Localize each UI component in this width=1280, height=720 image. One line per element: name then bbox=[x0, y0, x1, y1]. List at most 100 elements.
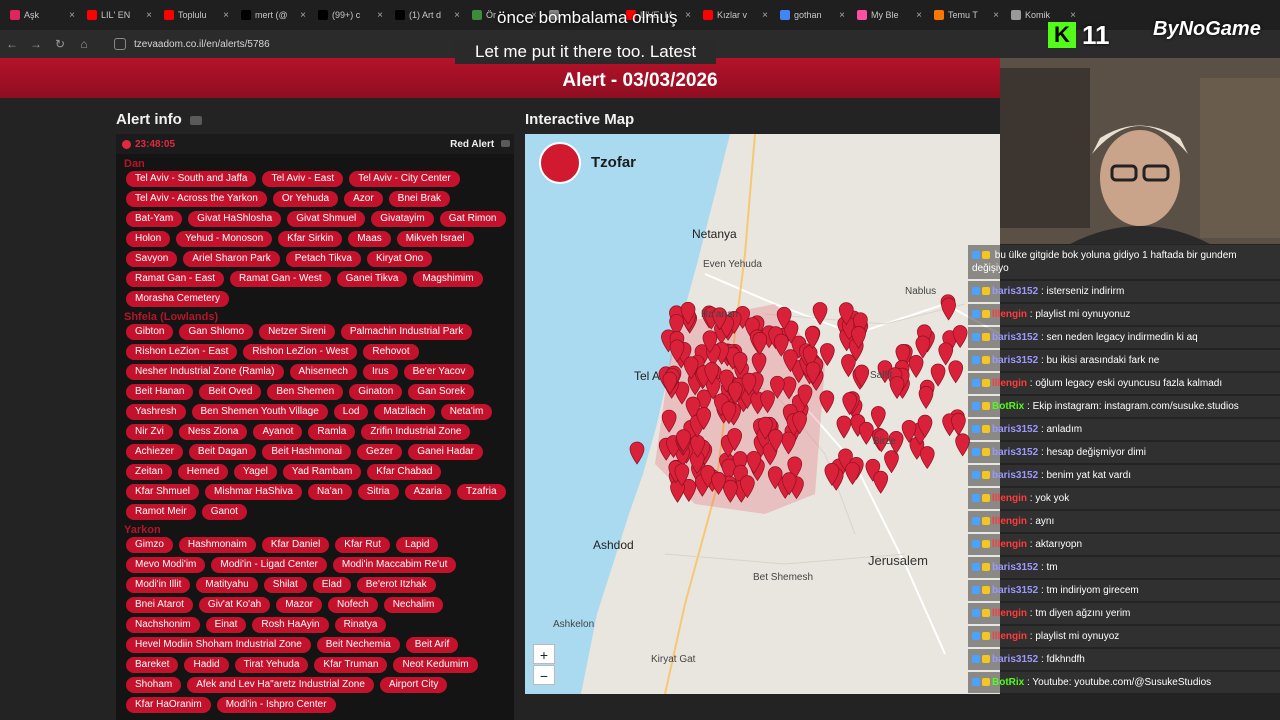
place-chip[interactable]: Ahisemech bbox=[289, 364, 357, 380]
alert-pin-icon[interactable] bbox=[884, 450, 899, 474]
place-chip[interactable]: Gibton bbox=[126, 324, 174, 340]
alert-pin-icon[interactable] bbox=[819, 390, 835, 414]
place-chip[interactable]: Modi'in Illit bbox=[126, 577, 191, 593]
place-chip[interactable]: Petach Tikva bbox=[285, 251, 361, 267]
alert-pin-icon[interactable] bbox=[629, 441, 645, 465]
reload-icon[interactable]: ↻ bbox=[48, 37, 72, 51]
place-chip[interactable]: Rehovot bbox=[363, 344, 419, 360]
tab-close-icon[interactable]: × bbox=[300, 10, 306, 21]
place-chip[interactable]: Beit Nechemia bbox=[316, 637, 400, 653]
place-chip[interactable]: Ben Shemen bbox=[267, 384, 344, 400]
place-chip[interactable]: Givat HaShlosha bbox=[188, 211, 282, 227]
place-chip[interactable]: Rosh HaAyin bbox=[252, 617, 329, 633]
place-chip[interactable]: Neta'im bbox=[440, 404, 493, 420]
place-chip[interactable]: Azaria bbox=[404, 484, 451, 500]
place-chip[interactable]: Magshimim bbox=[413, 271, 483, 287]
place-chip[interactable]: Ayanot bbox=[253, 424, 303, 440]
place-chip[interactable]: Hashmonaim bbox=[178, 537, 256, 553]
place-chip[interactable]: Maas bbox=[348, 231, 391, 247]
browser-tab[interactable]: Kızlar v × bbox=[697, 2, 774, 28]
tab-close-icon[interactable]: × bbox=[762, 10, 768, 21]
alert-pin-icon[interactable] bbox=[930, 363, 946, 387]
browser-tab[interactable]: (99+) c × bbox=[312, 2, 389, 28]
place-chip[interactable]: Ganei Hadar bbox=[408, 444, 483, 460]
place-chip[interactable]: Achiezer bbox=[126, 444, 183, 460]
place-chip[interactable]: Nesher Industrial Zone (Ramla) bbox=[126, 364, 284, 380]
place-chip[interactable]: Ramot Meir bbox=[126, 504, 196, 520]
place-chip[interactable]: Shilat bbox=[263, 577, 307, 593]
place-chip[interactable]: Palmachin Industrial Park bbox=[340, 324, 473, 340]
alert-pin-icon[interactable] bbox=[948, 360, 964, 384]
home-icon[interactable]: ⌂ bbox=[72, 37, 96, 51]
forward-icon[interactable]: → bbox=[24, 37, 48, 51]
place-chip[interactable]: Rinatya bbox=[334, 617, 387, 633]
place-chip[interactable]: Modi'in - Ligad Center bbox=[211, 557, 327, 573]
place-chip[interactable]: Na'an bbox=[307, 484, 352, 500]
browser-tab[interactable]: gothan × bbox=[774, 2, 851, 28]
site-info-icon[interactable] bbox=[114, 38, 126, 50]
place-chip[interactable]: Modi'in Maccabim Re'ut bbox=[332, 557, 457, 573]
place-chip[interactable]: Rishon LeZion - East bbox=[126, 344, 238, 360]
tab-close-icon[interactable]: × bbox=[993, 10, 999, 21]
place-chip[interactable]: Beit Arif bbox=[405, 637, 459, 653]
place-chip[interactable]: Kfar Chabad bbox=[367, 464, 442, 480]
place-chip[interactable]: Gan Sorek bbox=[408, 384, 475, 400]
place-chip[interactable]: Tirat Yehuda bbox=[234, 657, 309, 673]
browser-tab[interactable]: Aşk × bbox=[4, 2, 81, 28]
place-chip[interactable]: Beit Hanan bbox=[126, 384, 194, 400]
alert-pin-icon[interactable] bbox=[845, 461, 860, 485]
place-chip[interactable]: Zeitan bbox=[126, 464, 172, 480]
alert-pin-icon[interactable] bbox=[918, 386, 934, 410]
place-chip[interactable]: Kiryat Ono bbox=[367, 251, 433, 267]
tab-close-icon[interactable]: × bbox=[377, 10, 383, 21]
browser-tab[interactable]: (1) Art d × bbox=[389, 2, 466, 28]
alert-pin-icon[interactable] bbox=[858, 421, 874, 445]
place-chip[interactable]: Nofech bbox=[328, 597, 378, 613]
tab-close-icon[interactable]: × bbox=[146, 10, 152, 21]
place-chip[interactable]: Giv'at Ko'ah bbox=[198, 597, 271, 613]
place-chip[interactable]: Irus bbox=[362, 364, 398, 380]
place-chip[interactable]: Yehud - Monoson bbox=[176, 231, 273, 247]
place-chip[interactable]: Matityahu bbox=[196, 577, 258, 593]
place-chip[interactable]: Givatayim bbox=[371, 211, 434, 227]
place-chip[interactable]: Ben Shemen Youth Village bbox=[191, 404, 328, 420]
place-chip[interactable]: Yad Rambam bbox=[282, 464, 362, 480]
place-chip[interactable]: Ramla bbox=[308, 424, 356, 440]
place-chip[interactable]: Ramat Gan - East bbox=[126, 271, 225, 287]
place-chip[interactable]: Beit Oved bbox=[199, 384, 262, 400]
place-chip[interactable]: Ramat Gan - West bbox=[230, 271, 331, 287]
place-chip[interactable]: Tzafria bbox=[456, 484, 506, 500]
place-chip[interactable]: Ganot bbox=[201, 504, 247, 520]
interactive-map[interactable]: Tzofar Netanya Even Yehuda Ra'anan Nablu… bbox=[525, 134, 1000, 694]
alert-pin-icon[interactable] bbox=[908, 355, 924, 379]
alert-pin-icon[interactable] bbox=[836, 415, 852, 439]
alert-pin-icon[interactable] bbox=[951, 412, 966, 436]
place-chip[interactable]: Ganei Tikva bbox=[336, 271, 408, 287]
place-chip[interactable]: Shoham bbox=[126, 677, 182, 693]
place-chip[interactable]: Gezer bbox=[356, 444, 403, 460]
place-chip[interactable]: Hevel Modiin Shoham Industrial Zone bbox=[126, 637, 311, 653]
tab-close-icon[interactable]: × bbox=[839, 10, 845, 21]
place-chip[interactable]: Holon bbox=[126, 231, 171, 247]
place-chip[interactable]: Tel Aviv - East bbox=[262, 171, 344, 187]
browser-tab[interactable]: Toplulu × bbox=[158, 2, 235, 28]
place-chip[interactable]: Bnei Brak bbox=[388, 191, 451, 207]
place-chip[interactable]: Kfar HaOranim bbox=[126, 697, 211, 713]
place-chip[interactable]: Yagel bbox=[234, 464, 277, 480]
place-chip[interactable]: Azor bbox=[344, 191, 383, 207]
place-chip[interactable]: Afek and Lev Ha"aretz Industrial Zone bbox=[187, 677, 374, 693]
alert-pin-icon[interactable] bbox=[952, 325, 968, 349]
place-chip[interactable]: Elad bbox=[312, 577, 351, 593]
place-chip[interactable]: Yashresh bbox=[126, 404, 186, 420]
place-chip[interactable]: Hadid bbox=[184, 657, 229, 673]
zoom-out-button[interactable]: − bbox=[533, 665, 555, 685]
place-chip[interactable]: Be'erot Itzhak bbox=[356, 577, 436, 593]
place-chip[interactable]: Mevo Modi'im bbox=[126, 557, 206, 573]
place-chip[interactable]: Gat Rimon bbox=[439, 211, 506, 227]
browser-tab[interactable]: My Ble × bbox=[851, 2, 928, 28]
place-chip[interactable]: Bnei Atarot bbox=[126, 597, 193, 613]
tab-close-icon[interactable]: × bbox=[916, 10, 922, 21]
place-chip[interactable]: Ginaton bbox=[349, 384, 403, 400]
alert-pin-icon[interactable] bbox=[938, 342, 954, 366]
place-chip[interactable]: Gimzo bbox=[126, 537, 173, 553]
